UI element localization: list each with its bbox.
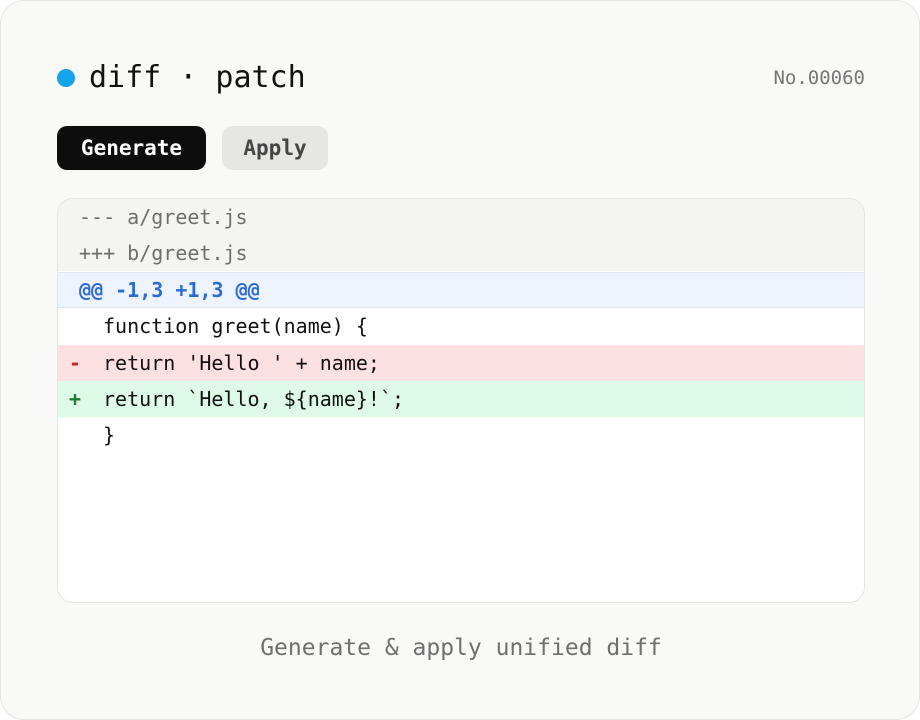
added-marker: + bbox=[69, 387, 82, 411]
card-header: diff · patch No.00060 bbox=[57, 59, 865, 99]
hunk-range: @@ -1,3 +1,3 @@ bbox=[79, 278, 260, 302]
line-code: return 'Hello ' + name; bbox=[103, 351, 380, 375]
line-code: } bbox=[103, 423, 116, 447]
apply-button[interactable]: Apply bbox=[222, 126, 328, 170]
old-file-header: --- a/greet.js bbox=[58, 199, 864, 235]
line-code: function greet(name) { bbox=[103, 314, 368, 338]
diff-view: --- a/greet.js +++ b/greet.js @@ -1,3 +1… bbox=[57, 198, 865, 603]
new-file-path: +++ b/greet.js bbox=[79, 241, 248, 265]
diff-line-removed: - return 'Hello ' + name; bbox=[58, 345, 864, 381]
diff-line-context: } bbox=[58, 417, 864, 453]
new-file-header: +++ b/greet.js bbox=[58, 235, 864, 271]
line-code: return `Hello, ${name}!`; bbox=[103, 387, 405, 411]
removed-marker: - bbox=[69, 351, 82, 375]
diff-patch-card: diff · patch No.00060 Generate Apply ---… bbox=[0, 0, 920, 720]
diff-line-added: + return `Hello, ${name}!`; bbox=[58, 381, 864, 417]
generate-button[interactable]: Generate bbox=[57, 126, 206, 170]
diff-line-context: function greet(name) { bbox=[58, 308, 864, 344]
serial-number: No.00060 bbox=[773, 67, 865, 89]
hunk-header: @@ -1,3 +1,3 @@ bbox=[58, 272, 864, 308]
status-dot-icon bbox=[57, 69, 75, 87]
card-title: diff · patch bbox=[89, 60, 306, 95]
old-file-path: --- a/greet.js bbox=[79, 205, 248, 229]
footer-caption: Generate & apply unified diff bbox=[260, 635, 662, 661]
